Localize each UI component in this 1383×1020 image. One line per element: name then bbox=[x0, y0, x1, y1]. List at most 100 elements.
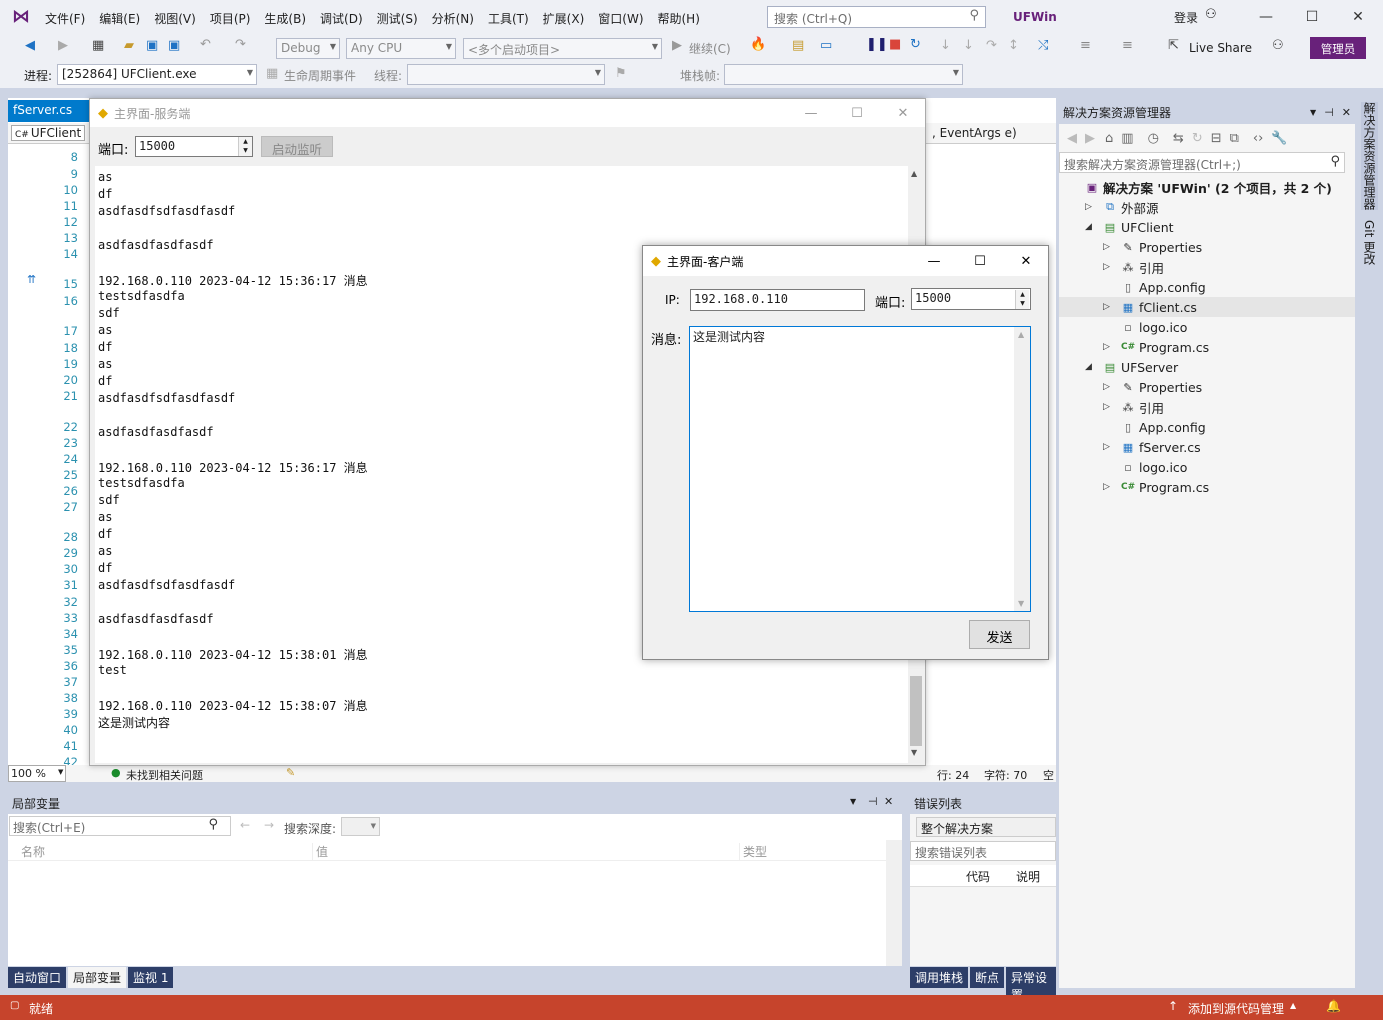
back-arrow-icon[interactable]: ← bbox=[240, 818, 250, 832]
live-share-button[interactable]: Live Share bbox=[1189, 41, 1252, 55]
step-up-icon[interactable]: ↕ bbox=[1008, 38, 1019, 53]
process-select[interactable]: [252864] UFClient.exe ▼ bbox=[57, 64, 257, 85]
back-icon[interactable]: ◀ bbox=[1067, 131, 1077, 146]
minimize-icon[interactable]: — bbox=[1243, 0, 1289, 34]
tree-item[interactable]: ▫ logo.ico bbox=[1121, 457, 1187, 477]
depth-select[interactable]: ▼ bbox=[341, 817, 380, 836]
search-input[interactable]: 搜索 (Ctrl+Q) ⚲ bbox=[767, 6, 986, 28]
switch-views-icon[interactable]: ▥ bbox=[1121, 131, 1133, 146]
lifecycle-events[interactable]: 生命周期事件 bbox=[284, 67, 356, 84]
spin-down-icon[interactable]: ▼ bbox=[239, 146, 252, 155]
tree-item[interactable]: ▤ UFClient bbox=[1103, 217, 1174, 237]
ip-input[interactable]: 192.168.0.110 bbox=[690, 289, 865, 311]
config-select[interactable]: Debug ▼ bbox=[276, 38, 340, 59]
flag-icon[interactable]: ⚑ bbox=[615, 66, 627, 81]
brush-icon[interactable]: ✎ bbox=[286, 766, 295, 779]
menu-file[interactable]: 文件(F) bbox=[45, 10, 85, 27]
message-textarea[interactable]: 这是测试内容 ▲ ▼ bbox=[689, 326, 1031, 612]
dropdown-icon[interactable]: ▼ bbox=[1310, 108, 1316, 117]
pin-icon[interactable]: ⊣ bbox=[868, 795, 878, 808]
back-icon[interactable]: ◀ bbox=[25, 38, 35, 53]
zoom-chevron-down-icon[interactable]: ▼ bbox=[58, 768, 63, 776]
menu-help[interactable]: 帮助(H) bbox=[658, 10, 700, 27]
tab-breakpoints[interactable]: 断点 bbox=[970, 967, 1005, 988]
stop-icon[interactable]: ■ bbox=[889, 37, 901, 52]
tree-item[interactable]: ⁂ 引用 bbox=[1121, 397, 1165, 417]
server-port-input[interactable]: 15000 bbox=[135, 136, 253, 157]
tree-item[interactable]: C# Program.cs bbox=[1121, 337, 1209, 357]
thread-select[interactable]: ▼ bbox=[407, 64, 605, 85]
lifecycle-icon[interactable]: ▦ bbox=[266, 66, 278, 81]
client-port-spinner[interactable]: ▲ ▼ bbox=[1015, 290, 1029, 309]
client-port-input[interactable]: 15000 bbox=[911, 288, 1031, 310]
code-map-icon[interactable]: ⤭ bbox=[1038, 38, 1048, 53]
uncomment-icon[interactable]: ≡ bbox=[1122, 38, 1133, 53]
continue-button[interactable]: 继续(C) bbox=[689, 40, 731, 57]
expand-toggle-icon[interactable]: ▷ bbox=[1103, 442, 1110, 452]
menu-edit[interactable]: 编辑(E) bbox=[99, 10, 140, 27]
live-share-icon[interactable]: ⇱ bbox=[1168, 38, 1179, 53]
show-all-icon[interactable]: ⧉ bbox=[1230, 131, 1239, 146]
nav-member-dropdown[interactable]: , EventArgs e) bbox=[932, 126, 1017, 140]
new-project-icon[interactable]: ▦ bbox=[92, 38, 104, 53]
properties-wrench-icon[interactable]: 🔧 bbox=[1271, 131, 1287, 146]
home-icon[interactable]: ⌂ bbox=[1105, 131, 1113, 146]
locals-scrollbar[interactable] bbox=[886, 840, 902, 966]
expand-toggle-icon[interactable]: ▷ bbox=[1103, 262, 1110, 272]
pause-icon[interactable]: ❚❚ bbox=[866, 37, 888, 52]
menu-debug[interactable]: 调试(D) bbox=[320, 10, 363, 27]
menu-project[interactable]: 项目(P) bbox=[210, 10, 251, 27]
rail-tab-git[interactable]: Git 更改 bbox=[1361, 220, 1378, 265]
platform-select[interactable]: Any CPU ▼ bbox=[346, 38, 456, 59]
sync-icon[interactable]: ⇆ bbox=[1173, 131, 1184, 146]
feedback-icon[interactable]: ⚇ bbox=[1272, 38, 1284, 53]
scroll-down-icon[interactable]: ▼ bbox=[1018, 599, 1024, 608]
textarea-scrollbar[interactable]: ▲ ▼ bbox=[1014, 327, 1030, 611]
col-type-header[interactable]: 类型 bbox=[739, 843, 767, 860]
admin-badge[interactable]: 管理员 bbox=[1310, 37, 1366, 59]
close-icon[interactable]: ✕ bbox=[1003, 246, 1049, 276]
tree-item[interactable]: ▣ 解决方案 'UFWin' (2 个项目，共 2 个) bbox=[1085, 177, 1332, 197]
open-folder-icon[interactable]: ▰ bbox=[124, 38, 134, 53]
login-link[interactable]: 登录 bbox=[1174, 9, 1198, 26]
start-listen-button[interactable]: 启动监听 bbox=[261, 136, 333, 157]
close-icon[interactable]: ✕ bbox=[880, 99, 926, 127]
tab-autos[interactable]: 自动窗口 bbox=[8, 967, 67, 988]
errors-scope-select[interactable]: 整个解决方案 bbox=[916, 817, 1056, 837]
menu-build[interactable]: 生成(B) bbox=[264, 10, 306, 27]
tree-item[interactable]: ▯ App.config bbox=[1121, 277, 1206, 297]
tab-watch[interactable]: 监视 1 bbox=[128, 967, 174, 988]
scroll-down-icon[interactable]: ▼ bbox=[911, 748, 917, 757]
notification-bell-icon[interactable]: 🔔 bbox=[1326, 999, 1341, 1013]
tree-item[interactable]: ▯ App.config bbox=[1121, 417, 1206, 437]
send-button[interactable]: 发送 bbox=[969, 620, 1030, 649]
upload-arrow-icon[interactable]: ↑ bbox=[1168, 999, 1178, 1013]
step-into-icon[interactable]: ↓ bbox=[940, 38, 951, 53]
tree-item[interactable]: C# Program.cs bbox=[1121, 477, 1209, 497]
minimize-icon[interactable]: — bbox=[788, 99, 834, 127]
minimize-icon[interactable]: — bbox=[911, 246, 957, 276]
maximize-icon[interactable]: ☐ bbox=[834, 99, 880, 127]
stackframe-select[interactable]: ▼ bbox=[724, 64, 963, 85]
col-name-header[interactable]: 名称 bbox=[21, 843, 45, 860]
issues-status[interactable]: 未找到相关问题 bbox=[126, 767, 203, 783]
restart-icon[interactable]: ↻ bbox=[910, 37, 921, 52]
menu-test[interactable]: 测试(S) bbox=[377, 10, 418, 27]
tree-item[interactable]: ⧉ 外部源 bbox=[1103, 197, 1158, 217]
col-desc-header[interactable]: 说明 bbox=[1016, 868, 1040, 885]
collapse-all-icon[interactable]: ⊟ bbox=[1211, 131, 1222, 146]
expand-toggle-icon[interactable]: ▷ bbox=[1103, 302, 1110, 312]
menu-window[interactable]: 窗口(W) bbox=[598, 10, 643, 27]
refresh-icon[interactable]: ↻ bbox=[1192, 131, 1203, 146]
forward-icon[interactable]: ▶ bbox=[1085, 131, 1095, 146]
expand-toggle-icon[interactable]: ▷ bbox=[1103, 402, 1110, 412]
step-over-icon[interactable]: ↓ bbox=[963, 38, 974, 53]
close-icon[interactable]: ✕ bbox=[1335, 0, 1381, 34]
history-icon[interactable]: ◷ bbox=[1148, 131, 1159, 146]
close-icon[interactable]: ✕ bbox=[1342, 106, 1351, 119]
col-value-header[interactable]: 值 bbox=[312, 843, 328, 860]
chevron-up-icon[interactable]: ▲ bbox=[1290, 1001, 1296, 1010]
tab-call-stack[interactable]: 调用堆栈 bbox=[910, 967, 969, 988]
comment-icon[interactable]: ≡ bbox=[1080, 38, 1091, 53]
tree-item[interactable]: ▦ fServer.cs bbox=[1121, 437, 1201, 457]
